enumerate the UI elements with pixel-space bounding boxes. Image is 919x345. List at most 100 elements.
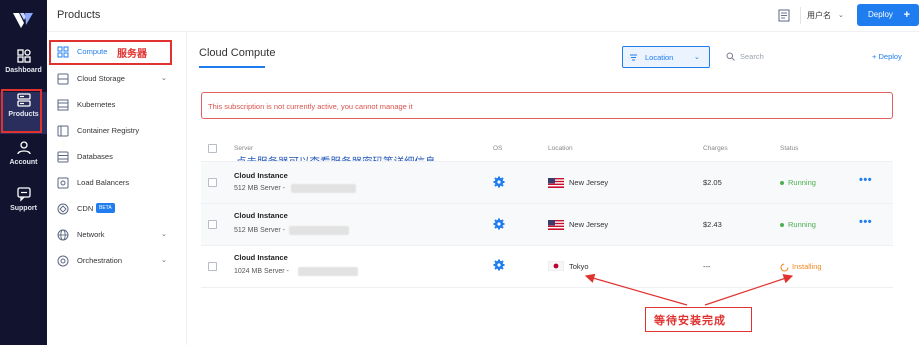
subnav-orchestration-label: Orchestration (77, 256, 123, 265)
rail-dashboard[interactable]: Dashboard (0, 48, 47, 90)
products-subnav: Compute Cloud Storage ⌄ Kubernetes Conta… (47, 32, 187, 345)
documents-icon[interactable] (778, 9, 790, 22)
subnav-orchestration[interactable]: Orchestration ⌄ (47, 251, 187, 271)
chevron-down-icon[interactable]: ⌄ (161, 256, 167, 264)
chevron-down-icon[interactable]: ⌄ (838, 11, 844, 19)
rail-support[interactable]: Support (0, 186, 47, 228)
kubernetes-icon (57, 99, 69, 111)
user-menu[interactable]: 用户名 (807, 10, 831, 21)
column-header-server: Server (234, 145, 254, 152)
subnav-load-balancers[interactable]: Load Balancers (47, 173, 187, 193)
us-flag-icon (548, 178, 564, 188)
rail-account[interactable]: Account (0, 140, 47, 182)
subnav-container-registry[interactable]: Container Registry (47, 121, 187, 141)
chevron-down-icon[interactable]: ⌄ (161, 230, 167, 238)
subnav-load-balancers-label: Load Balancers (77, 178, 130, 187)
deploy-button-label: Deploy (868, 10, 893, 19)
rail-dashboard-label: Dashboard (5, 67, 42, 74)
row-divider (201, 203, 893, 204)
status-text: Running (788, 178, 816, 187)
search-icon (726, 52, 735, 61)
column-header-os: OS (493, 145, 503, 152)
support-chat-icon (16, 187, 31, 202)
subnav-cloud-storage[interactable]: Cloud Storage ⌄ (47, 69, 187, 89)
search-input[interactable] (740, 50, 820, 63)
subnav-network-label: Network (77, 230, 105, 239)
status-dot-icon (780, 181, 784, 186)
subnav-cloud-storage-label: Cloud Storage (77, 74, 125, 83)
cdn-icon (57, 203, 69, 215)
row-checkbox[interactable] (208, 178, 217, 187)
os-gear-icon (493, 176, 505, 188)
deploy-button[interactable]: Deploy + (857, 4, 919, 26)
status-dot-icon (780, 223, 784, 228)
status-badge: Running (780, 220, 816, 229)
redacted-ip (298, 267, 358, 276)
subnav-databases-label: Databases (77, 152, 113, 161)
status-text: Installing (792, 262, 822, 271)
server-plan: 512 MB Server - (234, 185, 285, 192)
subnav-cdn-label: CDN (77, 204, 94, 213)
container-registry-icon (57, 125, 69, 137)
rail-account-label: Account (9, 159, 38, 166)
deploy-link[interactable]: + Deploy (872, 52, 902, 61)
rail-support-label: Support (10, 205, 37, 212)
status-text: Running (788, 220, 816, 229)
dashboard-icon (16, 49, 31, 63)
row-divider (201, 161, 893, 162)
chevron-down-icon[interactable]: ⌄ (161, 74, 167, 82)
row-divider (201, 245, 893, 246)
load-balancer-icon (57, 177, 69, 189)
top-bar: Products 用户名 ⌄ Deploy + (47, 0, 919, 32)
column-header-charges: Charges (703, 145, 728, 152)
row-more-menu[interactable]: ••• (859, 216, 872, 228)
status-badge: Installing (780, 262, 822, 272)
server-name[interactable]: Cloud Instance (234, 253, 288, 262)
orchestration-icon (57, 255, 69, 267)
os-gear-icon (493, 218, 505, 230)
column-header-location: Location (548, 145, 573, 152)
server-name[interactable]: Cloud Instance (234, 211, 288, 220)
japan-flag-icon (548, 261, 564, 271)
row-more-menu[interactable]: ••• (859, 174, 872, 186)
plus-icon: + (872, 52, 877, 61)
deploy-link-label: Deploy (878, 52, 902, 61)
plus-icon: + (903, 9, 910, 21)
location-text: New Jersey (569, 220, 609, 229)
charges-text: $2.43 (703, 220, 722, 229)
location-select-value: Location (645, 53, 674, 62)
row-checkbox[interactable] (208, 220, 217, 229)
rail-products-label: Products (8, 111, 39, 118)
cloud-storage-icon (57, 73, 69, 85)
row-divider (201, 287, 893, 288)
server-plan: 512 MB Server - (234, 227, 285, 234)
select-all-checkbox[interactable] (208, 144, 217, 153)
spinner-icon (780, 262, 789, 272)
chevron-down-icon: ⌄ (694, 54, 700, 61)
location-text: New Jersey (569, 178, 609, 187)
us-flag-icon (548, 220, 564, 230)
database-icon (57, 151, 69, 163)
subnav-kubernetes[interactable]: Kubernetes (47, 95, 187, 115)
vultr-logo-icon[interactable] (12, 10, 34, 30)
compute-icon (57, 46, 69, 58)
server-name[interactable]: Cloud Instance (234, 171, 288, 180)
column-header-status: Status (780, 145, 799, 152)
row-checkbox[interactable] (208, 262, 217, 271)
location-text: Tokyo (569, 262, 589, 271)
charges-text: $2.05 (703, 178, 722, 187)
subnav-network[interactable]: Network ⌄ (47, 225, 187, 245)
left-rail: Dashboard Products Account Support (0, 0, 47, 345)
alert-text: This subscription is not currently activ… (208, 102, 413, 111)
server-stack-icon (16, 93, 31, 107)
charges-text: --- (703, 262, 711, 271)
annotation-compute-cn: 服务器 (117, 49, 147, 60)
subnav-container-registry-label: Container Registry (77, 126, 140, 135)
rail-products[interactable]: Products (0, 92, 47, 134)
subnav-compute-label: Compute (77, 47, 108, 56)
os-gear-icon (493, 259, 505, 271)
subnav-databases[interactable]: Databases (47, 147, 187, 167)
subnav-cdn[interactable]: CDN BETA (47, 199, 187, 219)
location-select[interactable]: Location ⌄ (622, 46, 710, 68)
page-title: Products (57, 9, 101, 21)
